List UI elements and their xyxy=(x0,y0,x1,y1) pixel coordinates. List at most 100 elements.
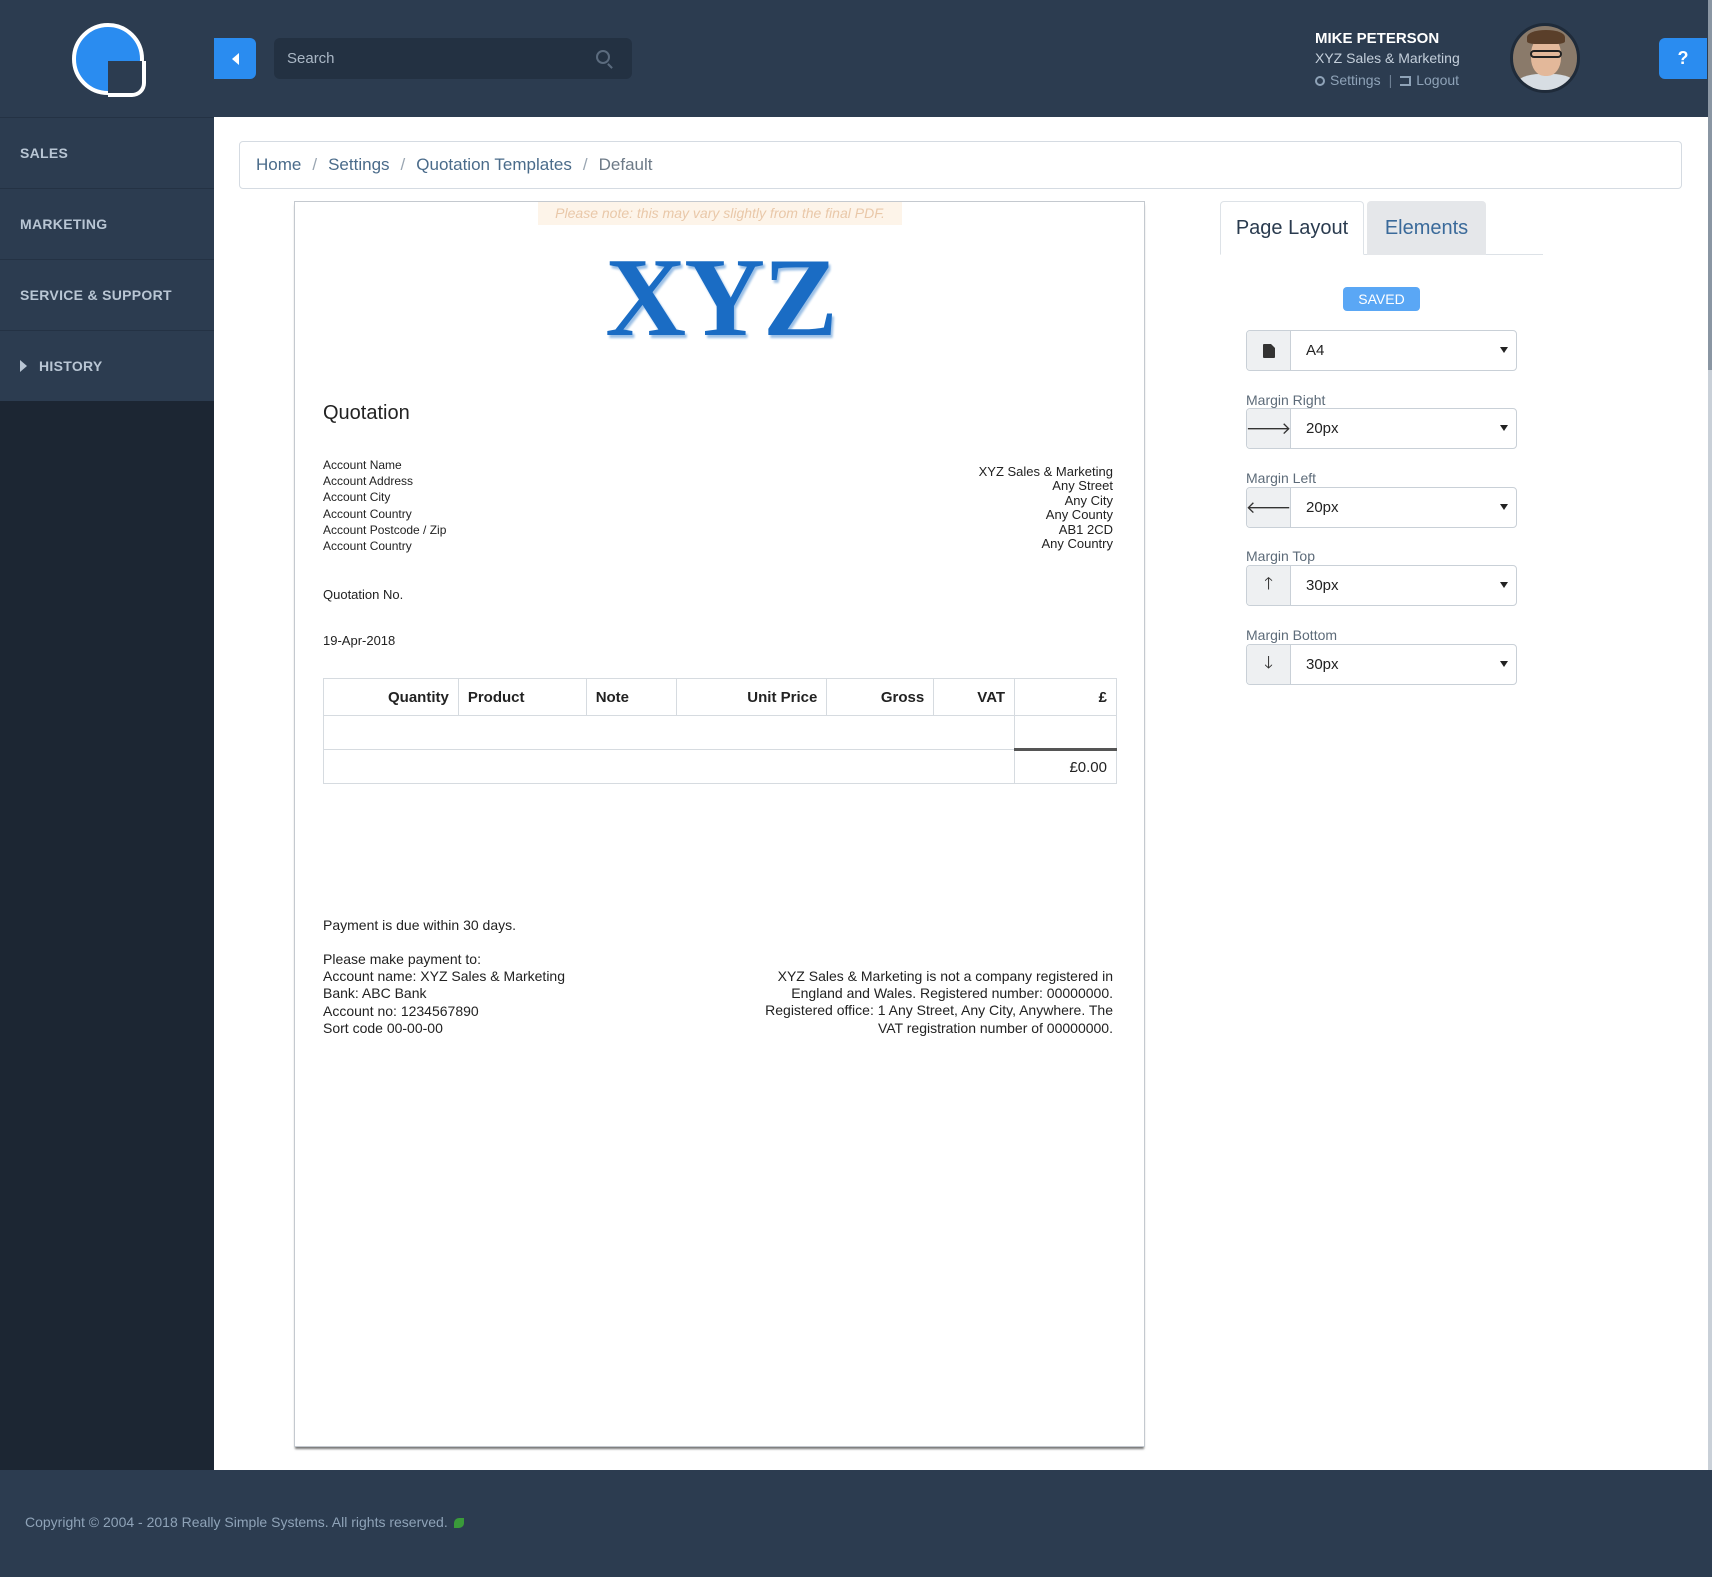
scrollbar[interactable] xyxy=(1708,0,1712,1470)
column-header: VAT xyxy=(933,678,1016,716)
margin-bottom-select[interactable]: 🡓 30px xyxy=(1246,644,1517,685)
sidebar-item-marketing[interactable]: MARKETING xyxy=(0,188,214,259)
margin-top-label: Margin Top xyxy=(1246,548,1316,564)
empty-cell xyxy=(1014,715,1117,750)
logout-link[interactable]: Logout xyxy=(1400,72,1459,88)
empty-cell xyxy=(322,749,1016,784)
page-size-select[interactable]: A4 xyxy=(1246,330,1517,371)
address-line: XYZ Sales & Marketing xyxy=(978,464,1113,479)
company-logo[interactable]: XYZ xyxy=(295,239,1146,358)
address-line: Any Street xyxy=(1052,478,1113,494)
arrow-left-icon: 🡐 xyxy=(1246,488,1291,527)
breadcrumb-home[interactable]: Home xyxy=(256,155,301,175)
dropdown-arrow-icon xyxy=(1500,582,1508,588)
breadcrumb: Home / Settings / Quotation Templates / … xyxy=(239,141,1682,189)
sidebar-item-sales[interactable]: SALES xyxy=(0,117,214,188)
select-value: A4 xyxy=(1306,342,1325,359)
legal-line: VAT registration number of 00000000. xyxy=(877,1019,1113,1036)
dropdown-arrow-icon xyxy=(1500,347,1508,353)
account-field-label: Account City xyxy=(323,490,391,505)
address-line: AB1 2CD xyxy=(1058,521,1113,537)
tab-elements[interactable]: Elements xyxy=(1367,201,1486,255)
caret-right-icon xyxy=(20,360,27,372)
select-value: 20px xyxy=(1306,420,1339,437)
link-separator: | xyxy=(1388,72,1393,88)
account-fields[interactable]: Account Name Account Address Account Cit… xyxy=(323,457,446,554)
legal-line: England and Wales. Registered number: 00… xyxy=(791,985,1113,1002)
copyright-text: Copyright © 2004 - 2018 Really Simple Sy… xyxy=(25,1514,464,1530)
app-logo[interactable] xyxy=(72,23,146,97)
payment-details[interactable]: Please make payment to: Account name: XY… xyxy=(323,951,565,1037)
payment-terms[interactable]: Payment is due within 30 days. xyxy=(323,917,516,933)
quotation-date[interactable]: 19-Apr-2018 xyxy=(323,633,395,648)
margin-left-label: Margin Left xyxy=(1246,470,1317,486)
payment-line: Bank: ABC Bank xyxy=(323,985,427,1002)
address-line: Any City xyxy=(1064,492,1113,508)
saved-badge: SAVED xyxy=(1343,287,1420,311)
payment-line: Account no: 1234567890 xyxy=(323,1002,479,1019)
breadcrumb-quotation-templates[interactable]: Quotation Templates xyxy=(416,155,572,175)
user-links: Settings | Logout xyxy=(1315,72,1490,88)
dropdown-arrow-icon xyxy=(1500,425,1508,431)
sidebar-item-label: SALES xyxy=(20,145,69,161)
breadcrumb-settings[interactable]: Settings xyxy=(328,155,389,175)
address-line: Any County xyxy=(1045,507,1113,523)
column-header: Product xyxy=(457,678,587,716)
footer: Copyright © 2004 - 2018 Really Simple Sy… xyxy=(0,1470,1712,1577)
account-field-label: Account Postcode / Zip xyxy=(323,522,447,537)
tab-page-layout[interactable]: Page Layout xyxy=(1220,201,1364,255)
company-legal-info[interactable]: XYZ Sales & Marketing is not a company r… xyxy=(733,968,1113,1037)
scrollbar-thumb[interactable] xyxy=(1708,0,1712,370)
column-header: Quantity xyxy=(323,678,459,716)
gears-icon xyxy=(1315,76,1325,87)
document-title[interactable]: Quotation xyxy=(323,402,410,425)
quotation-preview: Please note: this may vary slightly from… xyxy=(294,201,1145,1447)
margin-left-select[interactable]: 🡐 20px xyxy=(1246,487,1517,528)
address-line: Any Country xyxy=(1041,536,1113,552)
help-button[interactable]: ? xyxy=(1659,38,1707,79)
leaf-icon xyxy=(453,1518,464,1529)
sidebar-item-label: HISTORY xyxy=(39,358,103,374)
settings-link[interactable]: Settings xyxy=(1315,72,1381,88)
account-field-label: Account Country xyxy=(323,539,412,554)
search-input[interactable] xyxy=(274,38,584,79)
payment-line: Account name: XYZ Sales & Marketing xyxy=(323,968,565,985)
file-icon xyxy=(1262,343,1275,358)
collapse-sidebar-button[interactable] xyxy=(214,38,256,79)
search-box xyxy=(274,38,632,79)
margin-top-select[interactable]: 🡑 30px xyxy=(1246,565,1517,606)
legal-line: XYZ Sales & Marketing is not a company r… xyxy=(777,968,1113,984)
column-header: Gross xyxy=(826,678,935,716)
account-field-label: Account Name xyxy=(323,458,402,472)
payment-line: Please make payment to: xyxy=(323,951,481,967)
logout-icon xyxy=(1400,76,1412,87)
panel-tabs: Page Layout Elements xyxy=(1220,201,1543,255)
column-header: Note xyxy=(585,678,677,716)
avatar[interactable] xyxy=(1510,23,1580,93)
user-name: MIKE PETERSON xyxy=(1315,30,1440,47)
empty-cell xyxy=(322,715,1016,750)
quotation-number[interactable]: Quotation No. xyxy=(323,587,403,602)
preview-note: Please note: this may vary slightly from… xyxy=(538,202,902,225)
table-header-row: Quantity Product Note Unit Price Gross V… xyxy=(323,678,1117,716)
line-items-table[interactable]: Quantity Product Note Unit Price Gross V… xyxy=(322,678,1117,784)
copyright-label: Copyright © 2004 - 2018 Really Simple Sy… xyxy=(25,1514,448,1530)
user-company: XYZ Sales & Marketing xyxy=(1315,50,1460,66)
top-bar: MIKE PETERSON XYZ Sales & Marketing Sett… xyxy=(214,0,1712,117)
breadcrumb-separator: / xyxy=(312,155,318,174)
breadcrumb-current: Default xyxy=(598,155,653,174)
arrow-right-icon: 🡒 xyxy=(1246,409,1291,448)
sidebar-header xyxy=(0,0,214,117)
dropdown-arrow-icon xyxy=(1500,661,1508,667)
sidebar-item-label: SERVICE & SUPPORT xyxy=(20,287,172,303)
search-icon[interactable] xyxy=(596,50,610,64)
sidebar-item-service-support[interactable]: SERVICE & SUPPORT xyxy=(0,259,214,330)
margin-right-select[interactable]: 🡒 20px xyxy=(1246,408,1517,449)
arrow-down-icon: 🡓 xyxy=(1247,645,1291,684)
total-row: £0.00 xyxy=(322,748,1117,784)
sidebar-item-history[interactable]: HISTORY xyxy=(0,330,214,401)
company-address[interactable]: XYZ Sales & Marketing Any Street Any Cit… xyxy=(978,464,1113,552)
account-field-label: Account Country xyxy=(323,506,412,521)
breadcrumb-separator: / xyxy=(582,155,588,174)
table-row xyxy=(322,715,1117,750)
